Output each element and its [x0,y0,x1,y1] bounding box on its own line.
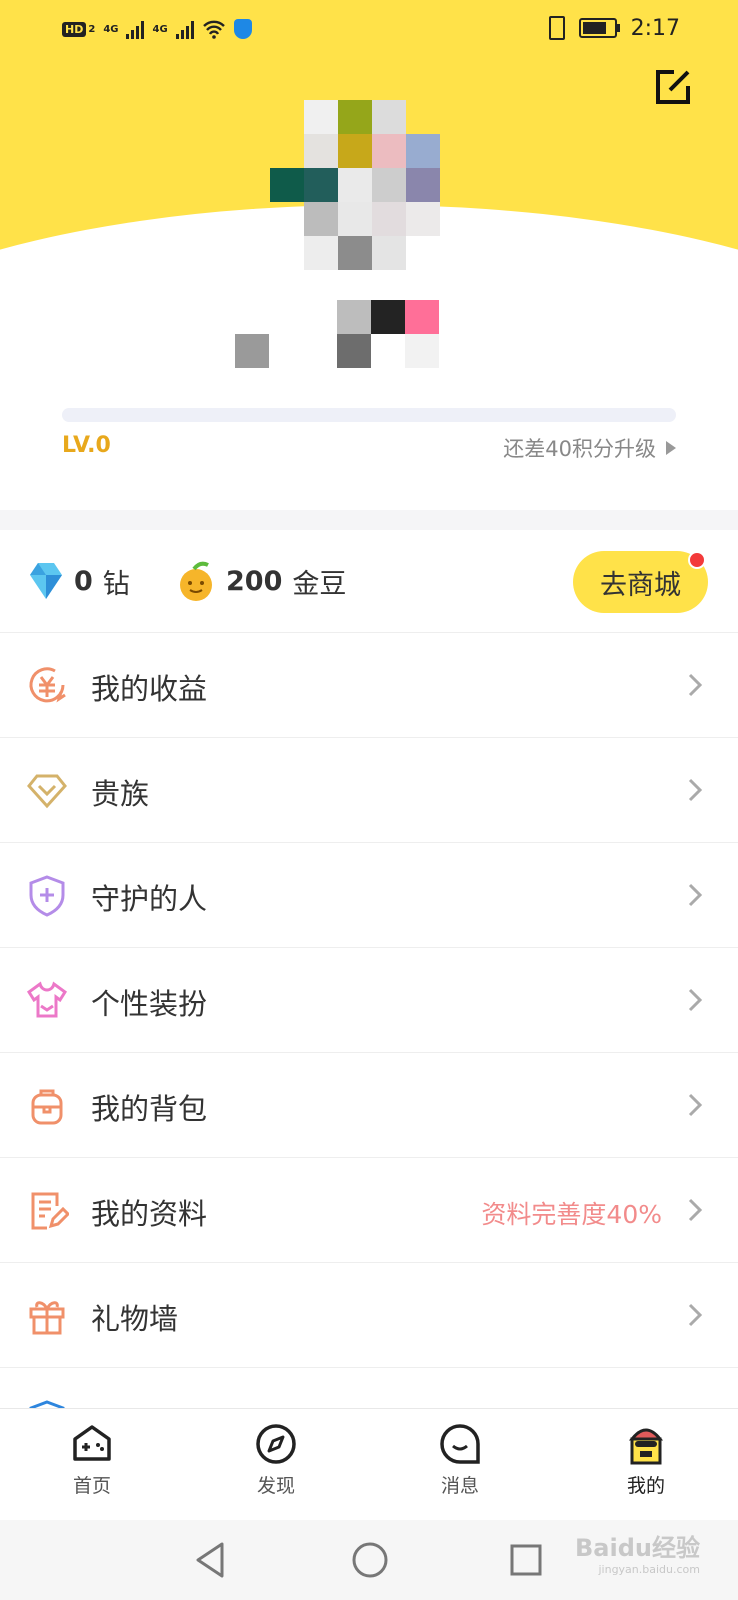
tab-home[interactable]: 首页 [42,1421,142,1498]
watermark-sub: jingyan.baidu.com [598,1563,700,1576]
level-label: LV.0 [62,433,111,458]
menu-item-dressup[interactable]: 个性装扮 [0,948,738,1053]
status-right-icons: 2:17 [548,12,680,44]
menu-label: 贵族 [91,777,150,811]
go-shop-label: 去商城 [600,569,681,601]
diamond-balance[interactable]: 0 钻 [28,558,130,604]
system-nav-bar: Baidu经验 jingyan.baidu.com [0,1520,738,1600]
compass-icon [256,1424,296,1464]
upgrade-hint-text: 还差40积分升级 [503,437,656,461]
bean-count: 200 [226,565,283,597]
wifi-icon [202,20,225,39]
watermark-text: Baidu经验 [575,1534,700,1562]
status-time: 2:17 [630,15,680,41]
status-left-icons: HD 2 4G 4G [62,14,252,44]
play-arrow-icon [666,441,676,455]
bean-unit: 金豆 [292,568,347,600]
tab-label: 首页 [72,1475,111,1497]
vibrate-icon [548,16,565,40]
tab-discover[interactable]: 发现 [226,1421,326,1498]
go-shop-button[interactable]: 去商城 [573,551,708,613]
bottom-tab-bar: 首页 发现 消息 我的 [0,1408,738,1521]
recents-square-icon[interactable] [508,1540,544,1580]
upgrade-hint[interactable]: 还差40积分升级 [503,433,676,463]
menu-label: 礼物墙 [91,1302,179,1336]
gold-bean-icon [180,561,212,601]
menu-item-profile-info[interactable]: 我的资料 资料完善度40% [0,1158,738,1263]
tab-label: 消息 [440,1475,479,1497]
status-bar: HD 2 4G 4G 2:17 [0,0,738,58]
diamond-icon [27,774,67,809]
edit-profile-icon[interactable] [652,66,694,108]
battery-icon [578,18,620,38]
tab-label: 发现 [256,1475,295,1497]
gift-icon [29,1301,65,1335]
menu-item-backpack[interactable]: 我的背包 [0,1053,738,1158]
document-edit-icon [31,1192,69,1230]
menu-list: 我的收益 贵族 守护的人 个性装扮 我的背包 我的资料 资料完善度40% 礼物墙 [0,633,738,1428]
menu-label: 我的资料 [91,1197,208,1231]
diamond-unit: 钻 [102,568,130,600]
section-divider [0,510,738,530]
avatar[interactable] [270,100,440,270]
menu-label: 个性装扮 [91,987,208,1021]
profile-avatar-icon [628,1428,664,1465]
menu-item-guardians[interactable]: 守护的人 [0,843,738,948]
network-label-1: 4G [103,23,119,35]
signal-icon [126,19,145,39]
chevron-right-icon [688,1303,703,1327]
profile-header: HD 2 4G 4G 2:17 LV.0 还差40积分升级 [0,0,738,510]
hd-sub-label: 2 [88,23,96,35]
diamond-gem-icon [30,563,62,599]
home-circle-icon[interactable] [350,1540,390,1580]
menu-label: 守护的人 [91,882,208,916]
diamond-count: 0 [74,565,93,597]
bean-balance[interactable]: 200 金豆 [176,558,346,604]
menu-label: 我的背包 [91,1092,208,1126]
profile-completion-text: 资料完善度40% [481,1200,662,1229]
tshirt-icon [26,981,68,1018]
watermark: Baidu经验 jingyan.baidu.com [575,1528,700,1576]
chevron-right-icon [688,883,703,907]
yuan-refresh-icon [29,667,66,703]
tab-label: 我的 [626,1475,665,1497]
tab-me[interactable]: 我的 [596,1421,696,1498]
hd-icon: HD [62,21,87,37]
nickname-pixelated [235,300,485,370]
level-progress-bar [62,408,676,422]
security-shield-icon [233,19,252,39]
chat-bubble-icon [440,1424,480,1464]
notification-dot [688,551,706,569]
chevron-right-icon [688,778,703,802]
wallet-bar: 0 钻 200 金豆 去商城 [0,530,738,633]
chevron-right-icon [688,673,703,697]
chevron-right-icon [688,988,703,1012]
menu-item-nobility[interactable]: 贵族 [0,738,738,843]
chevron-right-icon [688,1093,703,1117]
shield-plus-icon [29,875,65,917]
menu-label: 我的收益 [91,672,208,706]
menu-item-earnings[interactable]: 我的收益 [0,633,738,738]
backpack-icon [31,1089,63,1125]
back-triangle-icon[interactable] [192,1540,228,1580]
signal-icon-2 [175,19,194,39]
tab-messages[interactable]: 消息 [410,1421,510,1498]
home-game-icon [73,1425,111,1461]
menu-item-gift-wall[interactable]: 礼物墙 [0,1263,738,1368]
network-label-2: 4G [152,23,168,35]
chevron-right-icon [688,1198,703,1222]
